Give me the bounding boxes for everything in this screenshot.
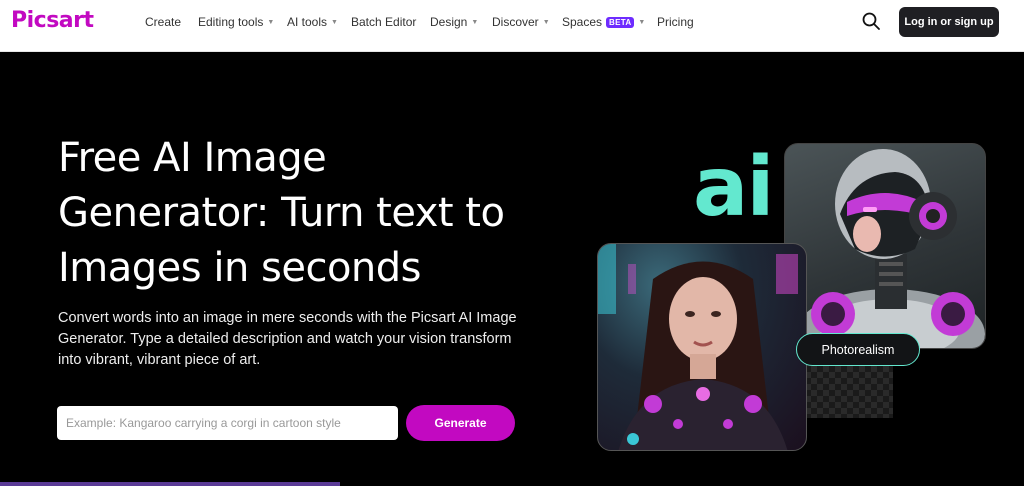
hero-subtitle: Convert words into an image in mere seco… (58, 310, 517, 368)
nav-item-spaces[interactable]: Spaces BETA ▼ (562, 15, 657, 29)
hero-section: Free AI Image Generator: Turn text to Im… (0, 52, 1024, 486)
robot-sample-image (784, 143, 986, 349)
nav-item-ai-tools[interactable]: AI tools ▼ (287, 15, 351, 29)
prompt-input[interactable] (57, 406, 398, 440)
nav-item-create[interactable]: Create (145, 15, 198, 29)
chevron-down-icon: ▼ (542, 18, 550, 26)
top-navbar: Picsart Create Editing tools ▼ AI tools … (0, 0, 1024, 52)
chevron-down-icon: ▼ (638, 18, 646, 26)
chevron-down-icon: ▼ (267, 18, 275, 26)
scroll-progress-bar (0, 482, 340, 486)
nav-item-editing-tools[interactable]: Editing tools ▼ (198, 15, 287, 29)
picsart-logo[interactable]: Picsart (11, 8, 94, 33)
woman-sample-image (597, 243, 807, 451)
nav-item-design[interactable]: Design ▼ (430, 15, 492, 29)
style-badge-photorealism: Photorealism (796, 333, 920, 366)
chevron-down-icon: ▼ (471, 18, 479, 26)
nav-item-pricing[interactable]: Pricing (657, 15, 707, 29)
generate-button[interactable]: Generate (406, 405, 515, 441)
hero-headline: Free AI Image Generator: Turn text to Im… (58, 135, 505, 291)
chevron-down-icon: ▼ (331, 18, 338, 26)
beta-badge: BETA (606, 16, 635, 28)
ai-logo-text: ai (693, 140, 774, 235)
login-signup-button[interactable]: Log in or sign up (899, 7, 999, 37)
nav-item-batch-editor[interactable]: Batch Editor (351, 15, 430, 29)
search-icon[interactable] (861, 11, 881, 31)
nav-item-discover[interactable]: Discover ▼ (492, 15, 562, 29)
nav-menu: Create Editing tools ▼ AI tools ▼ Batch … (145, 0, 707, 44)
